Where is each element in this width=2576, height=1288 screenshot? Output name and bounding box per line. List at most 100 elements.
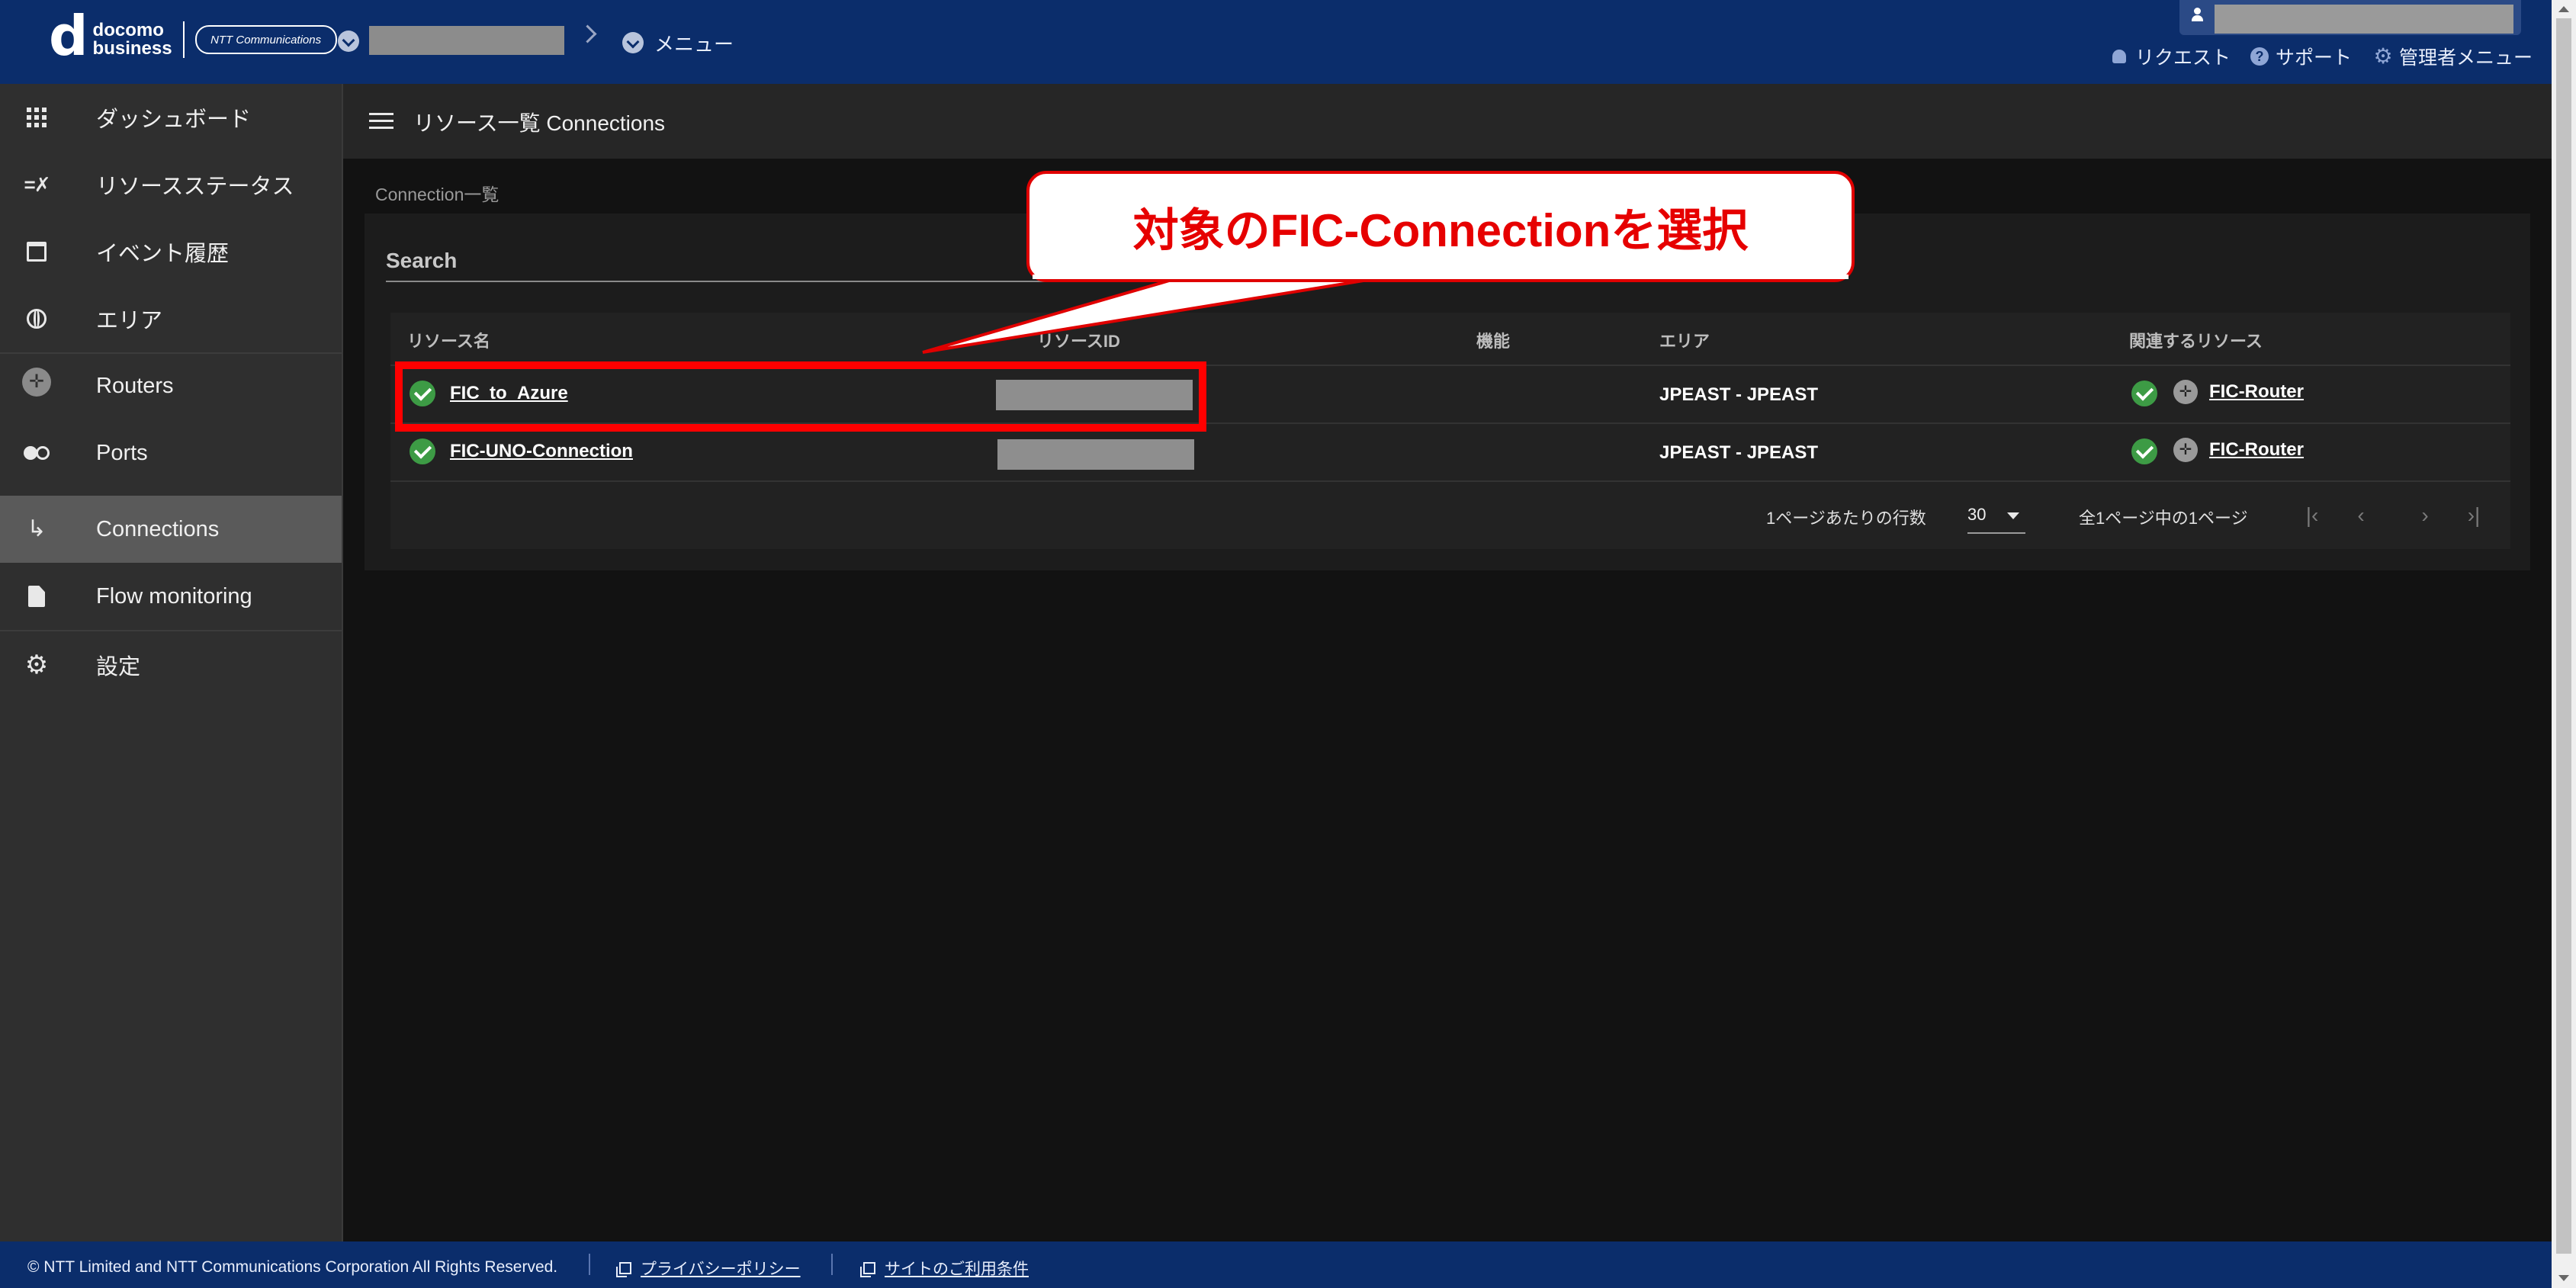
sidebar-item-event-history[interactable]: イベント履歴 — [0, 218, 342, 285]
resource-name-link[interactable]: FIC-UNO-Connection — [450, 441, 633, 462]
external-link-icon — [616, 1262, 631, 1277]
sidebar-item-label: リソースステータス — [96, 175, 294, 199]
first-page-icon[interactable]: |‹ — [2297, 500, 2327, 531]
bell-icon — [2109, 47, 2129, 66]
vertical-scrollbar[interactable] — [2552, 0, 2576, 1288]
column-header-function[interactable]: 機能 — [1476, 328, 1510, 352]
admin-menu-label: 管理者メニュー — [2399, 47, 2533, 69]
router-icon — [21, 368, 52, 397]
menu-chevron-down-icon[interactable] — [622, 32, 644, 53]
support-label: サポート — [2276, 47, 2353, 69]
next-page-icon[interactable]: › — [2410, 500, 2440, 531]
ports-icon — [21, 442, 52, 464]
hamburger-menu-icon[interactable] — [369, 113, 393, 130]
footer: © NTT Limited and NTT Communications Cor… — [0, 1241, 2552, 1288]
search-underline — [386, 281, 1148, 282]
search-input[interactable]: Search — [386, 249, 457, 273]
docomo-business-logo[interactable]: d docomo business NTT Communications — [49, 8, 337, 63]
footer-divider — [831, 1254, 833, 1275]
terms-label: サイトのご利用条件 — [885, 1261, 1029, 1278]
document-icon — [21, 586, 52, 607]
request-label: リクエスト — [2135, 47, 2231, 69]
scroll-up-icon[interactable] — [2558, 6, 2569, 12]
globe-icon — [21, 308, 52, 329]
rows-per-page-label: 1ページあたりの行数 — [1766, 509, 1926, 528]
user-name-redacted — [2215, 5, 2513, 34]
logo-d: d — [49, 4, 88, 68]
footer-divider — [589, 1254, 590, 1275]
gear-icon: ⚙ — [2373, 44, 2393, 68]
related-resource-link[interactable]: FIC-Router — [2209, 439, 2304, 461]
rows-per-page-value: 30 — [1967, 505, 1987, 524]
chevron-right-icon — [578, 24, 597, 43]
sidebar-item-label: Ports — [96, 440, 148, 465]
column-header-resource-id[interactable]: リソースID — [1037, 328, 1120, 352]
rows-per-page-select[interactable]: 30 — [1967, 499, 2025, 534]
sidebar: ダッシュボード =✗ リソースステータス イベント履歴 エリア Routers … — [0, 84, 343, 1241]
logo-words: docomo business — [93, 21, 172, 58]
scroll-down-icon[interactable] — [2558, 1275, 2569, 1281]
router-icon — [2173, 438, 2198, 462]
sidebar-item-resource-status[interactable]: =✗ リソースステータス — [0, 151, 342, 218]
column-header-resource-name[interactable]: リソース名 — [407, 328, 490, 352]
area-cell: JPEAST - JPEAST — [1659, 384, 1819, 405]
row-divider — [390, 480, 2510, 482]
support-link[interactable]: ? サポート — [2250, 44, 2352, 69]
sidebar-item-flow-monitoring[interactable]: Flow monitoring — [0, 563, 342, 630]
section-label: Connection一覧 — [375, 185, 499, 204]
sidebar-item-routers[interactable]: Routers — [0, 352, 342, 419]
last-page-icon[interactable]: ›| — [2459, 500, 2489, 531]
chevron-down-icon[interactable] — [338, 31, 359, 52]
main-toolbar: リソース一覧 Connections — [343, 84, 2552, 159]
sidebar-item-label: Flow monitoring — [96, 583, 252, 609]
caret-down-icon — [2007, 512, 2019, 519]
admin-menu-link[interactable]: ⚙ 管理者メニュー — [2373, 44, 2533, 69]
logo-line2: business — [92, 38, 172, 59]
sidebar-item-ports[interactable]: Ports — [0, 419, 342, 487]
breadcrumb-menu[interactable]: メニュー — [654, 29, 734, 57]
area-cell: JPEAST - JPEAST — [1659, 442, 1819, 463]
sidebar-item-settings[interactable]: ⚙ 設定 — [0, 631, 342, 699]
sidebar-item-label: イベント履歴 — [96, 242, 230, 266]
sidebar-item-label: エリア — [96, 309, 163, 333]
terms-link[interactable]: サイトのご利用条件 — [860, 1257, 1029, 1280]
connection-icon: ↳ — [27, 516, 47, 541]
sidebar-item-label: Routers — [96, 373, 174, 398]
status-ok-icon — [2131, 438, 2157, 464]
page-title: リソース一覧 Connections — [413, 111, 666, 135]
privacy-policy-link[interactable]: プライバシーポリシー — [616, 1257, 801, 1280]
status-ok-icon — [2131, 381, 2157, 406]
scroll-thumb[interactable] — [2556, 18, 2571, 1254]
sidebar-item-area[interactable]: エリア — [0, 285, 342, 352]
router-icon — [2173, 380, 2198, 404]
copyright-text: © NTT Limited and NTT Communications Cor… — [27, 1258, 558, 1276]
sidebar-item-label: ダッシュボード — [96, 108, 252, 132]
annotation-callout-text: 対象のFIC-Connectionを選択 — [1132, 204, 1749, 256]
related-resource-link[interactable]: FIC-Router — [2209, 381, 2304, 403]
sidebar-item-connections[interactable]: ↳ Connections — [0, 496, 342, 563]
resource-status-icon: =✗ — [24, 172, 51, 196]
logo-divider — [182, 21, 185, 58]
annotation-highlight-box — [395, 361, 1206, 432]
privacy-policy-label: プライバシーポリシー — [641, 1261, 801, 1278]
previous-page-icon[interactable]: ‹ — [2346, 500, 2376, 531]
column-header-related-resources[interactable]: 関連するリソース — [2129, 328, 2263, 352]
request-link[interactable]: リクエスト — [2109, 44, 2231, 69]
calendar-icon — [21, 241, 52, 262]
sidebar-item-label: 設定 — [96, 655, 141, 679]
logo-line1: docomo — [92, 20, 164, 40]
status-ok-icon — [410, 438, 435, 464]
help-icon: ? — [2250, 47, 2269, 66]
page-info: 全1ページ中の1ページ — [2079, 509, 2248, 528]
user-icon — [2192, 8, 2203, 21]
external-link-icon — [860, 1262, 875, 1277]
dashboard-icon — [21, 107, 52, 128]
annotation-callout: 対象のFIC-Connectionを選択 — [1026, 171, 1855, 282]
sidebar-item-dashboard[interactable]: ダッシュボード — [0, 84, 342, 151]
column-header-area[interactable]: エリア — [1659, 328, 1710, 352]
ntt-communications-logo: NTT Communications — [194, 25, 337, 54]
top-header: d docomo business NTT Communications メニュ… — [0, 0, 2552, 84]
sidebar-item-label: Connections — [96, 516, 220, 541]
resource-id-redacted — [997, 439, 1194, 470]
user-account-box[interactable] — [2179, 0, 2521, 35]
